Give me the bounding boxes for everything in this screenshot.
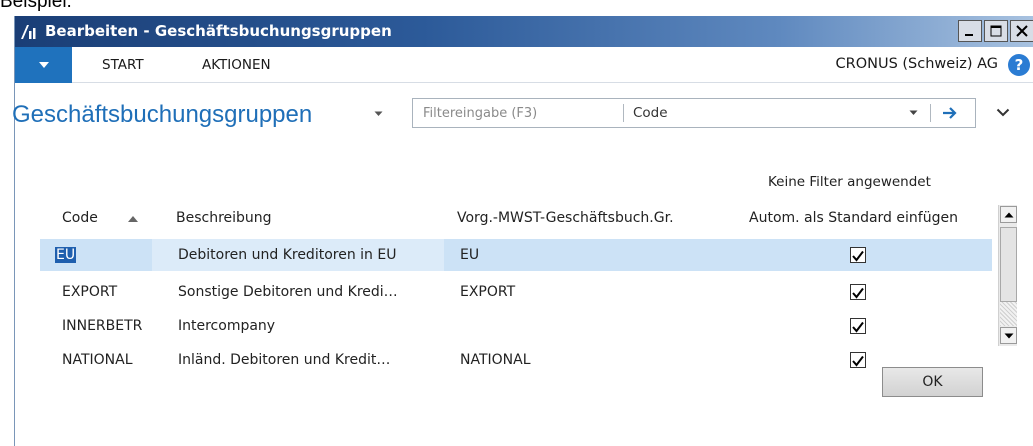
scroll-up-button[interactable]: [1000, 206, 1017, 223]
company-name[interactable]: CRONUS (Schweiz) AG: [836, 56, 999, 72]
title-dropdown-icon[interactable]: [374, 111, 383, 117]
arrow-down-icon: [1004, 333, 1013, 338]
help-icon[interactable]: ?: [1008, 54, 1030, 76]
code-cell[interactable]: EU: [55, 247, 77, 263]
code-cell[interactable]: INNERBETR: [62, 318, 142, 334]
checkmark-icon: [852, 321, 864, 333]
page-title[interactable]: Geschäftsbuchungsgruppen: [12, 101, 312, 129]
checkmark-icon: [852, 355, 864, 367]
minimize-icon[interactable]: [958, 20, 982, 42]
arrow-up-icon: [1004, 212, 1013, 217]
filter-bar: Code: [412, 98, 976, 128]
scrollbar-track[interactable]: [1000, 302, 1017, 326]
application-menu-button[interactable]: [15, 47, 72, 83]
sort-ascending-icon: [128, 216, 138, 222]
maximize-icon[interactable]: [984, 20, 1008, 42]
chevron-down-icon: [38, 62, 49, 68]
checkmark-icon: [852, 287, 864, 299]
column-header-description[interactable]: Beschreibung: [176, 210, 272, 226]
auto-insert-checkbox[interactable]: [850, 284, 866, 300]
close-icon[interactable]: [1010, 20, 1033, 42]
filter-input[interactable]: [413, 99, 623, 127]
filter-status: Keine Filter angewendet: [768, 174, 931, 190]
chevron-down-icon[interactable]: [909, 110, 918, 116]
auto-insert-checkbox[interactable]: [850, 318, 866, 334]
description-cell[interactable]: Sonstige Debitoren und Kredi…: [178, 284, 398, 300]
column-header-auto-insert[interactable]: Autom. als Standard einfügen: [749, 210, 958, 226]
description-cell[interactable]: Intercompany: [178, 318, 275, 334]
checkmark-icon: [852, 250, 864, 262]
code-cell[interactable]: NATIONAL: [62, 352, 133, 368]
code-cell-value: EU: [55, 247, 77, 263]
dialog-window: Bearbeiten - Geschäftsbuchungsgruppen ST…: [14, 16, 1033, 446]
filter-separator: [930, 104, 931, 122]
auto-insert-checkbox[interactable]: [850, 247, 866, 263]
apply-filter-arrow-icon[interactable]: [941, 105, 959, 121]
title-bar[interactable]: Bearbeiten - Geschäftsbuchungsgruppen: [15, 16, 1033, 47]
filter-field-selector[interactable]: Code: [633, 105, 668, 121]
auto-insert-checkbox[interactable]: [850, 352, 866, 368]
document-caption: Beispiel:: [0, 0, 72, 12]
description-cell[interactable]: Inländ. Debitoren und Kredit…: [178, 352, 390, 368]
column-header-code[interactable]: Code: [62, 210, 98, 226]
table-row[interactable]: EU Debitoren und Kreditoren in EU EU: [40, 239, 992, 271]
table-row[interactable]: INNERBETR Intercompany: [40, 310, 992, 342]
ribbon-bar: START AKTIONEN CRONUS (Schweiz) AG ?: [15, 47, 1033, 83]
vertical-scrollbar[interactable]: [998, 205, 1017, 346]
collapse-chevron-icon[interactable]: [996, 108, 1010, 117]
code-cell[interactable]: EXPORT: [62, 284, 117, 300]
scroll-down-button[interactable]: [1000, 327, 1017, 344]
column-header-vat-group[interactable]: Vorg.-MWST-Geschäftsbuch.Gr.: [457, 210, 674, 226]
table-row[interactable]: EXPORT Sonstige Debitoren und Kredi… EXP…: [40, 276, 992, 308]
app-logo-icon: [21, 25, 36, 39]
tab-start[interactable]: START: [102, 57, 144, 73]
scrollbar-thumb[interactable]: [1000, 227, 1017, 302]
table-row[interactable]: NATIONAL Inländ. Debitoren und Kredit… N…: [40, 344, 992, 376]
filter-separator: [623, 104, 624, 122]
window-title: Bearbeiten - Geschäftsbuchungsgruppen: [45, 22, 392, 40]
ok-button[interactable]: OK: [882, 367, 983, 397]
vat-group-cell[interactable]: EU: [460, 247, 479, 263]
tab-aktionen[interactable]: AKTIONEN: [202, 57, 271, 73]
description-cell[interactable]: Debitoren und Kreditoren in EU: [178, 247, 396, 263]
vat-group-cell[interactable]: EXPORT: [460, 284, 515, 300]
vat-group-cell[interactable]: NATIONAL: [460, 352, 531, 368]
